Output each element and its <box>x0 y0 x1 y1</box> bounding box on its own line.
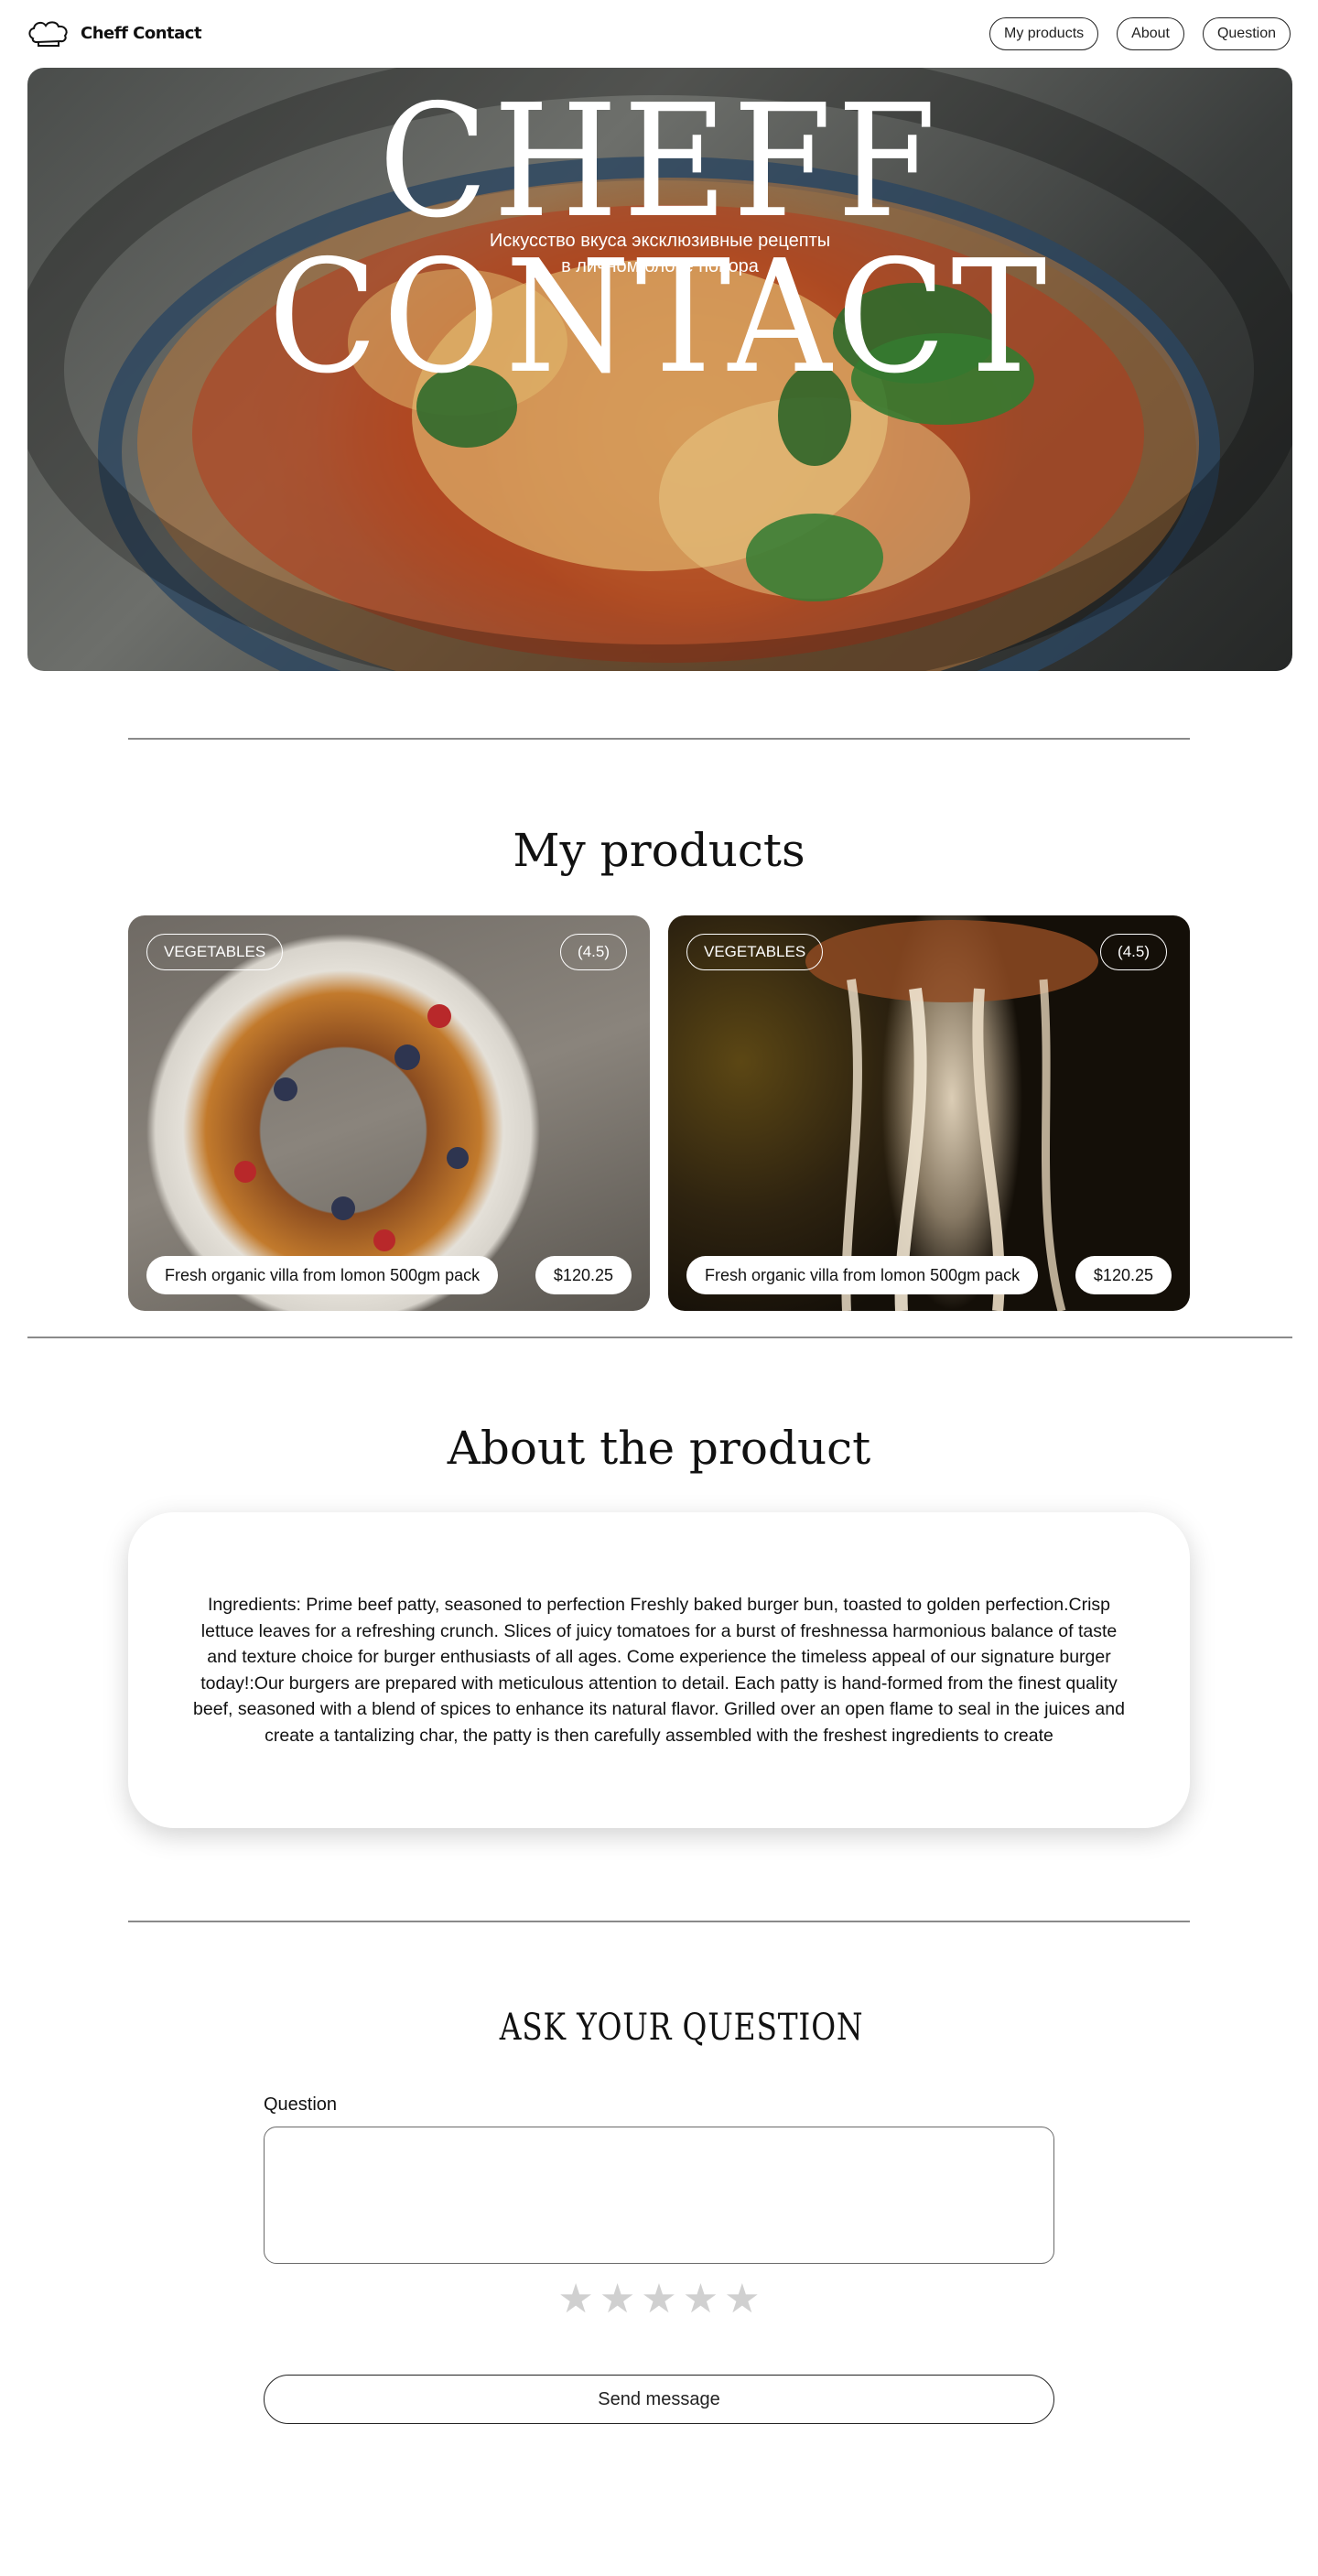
divider-about <box>128 1921 1190 1922</box>
hero-banner: CHEFF CONTACT Искусство вкуса эксклюзивн… <box>27 68 1292 671</box>
product-price: $120.25 <box>535 1256 632 1294</box>
product-price: $120.25 <box>1075 1256 1172 1294</box>
nav-my-products[interactable]: My products <box>989 17 1099 50</box>
main-nav: My products About Question <box>989 17 1291 50</box>
rating-badge: (4.5) <box>1100 934 1167 970</box>
divider-top <box>128 738 1190 740</box>
star-icon[interactable]: ★ <box>641 2279 676 2320</box>
star-rating: ★ ★ ★ ★ ★ <box>0 2279 1318 2320</box>
nav-question[interactable]: Question <box>1202 17 1291 50</box>
cheese-pull-image <box>805 920 1098 1311</box>
star-icon[interactable]: ★ <box>683 2279 718 2320</box>
hero-subtitle: Искусство вкуса эксклюзивные рецепты в л… <box>27 228 1292 279</box>
star-icon[interactable]: ★ <box>724 2279 760 2320</box>
about-title: About the product <box>447 1422 871 1475</box>
question-label: Question <box>264 2094 338 2115</box>
hero-subtitle-line2: в личном блоке повора <box>561 256 759 276</box>
category-tag[interactable]: VEGETABLES <box>686 934 824 970</box>
site-header: Cheff Contact My products About Question <box>0 0 1318 68</box>
about-text: Ingredients: Prime beef patty, seasoned … <box>193 1595 1125 1746</box>
send-message-button[interactable]: Send message <box>264 2375 1054 2424</box>
nav-about[interactable]: About <box>1117 17 1184 50</box>
about-card: Ingredients: Prime beef patty, seasoned … <box>128 1512 1190 1828</box>
hero-subtitle-line1: Искусство вкуса эксклюзивные рецепты <box>489 231 831 251</box>
chef-hat-icon <box>28 21 68 47</box>
category-tag[interactable]: VEGETABLES <box>146 934 284 970</box>
products-title: My products <box>513 824 805 877</box>
question-input[interactable] <box>264 2127 1054 2264</box>
product-name: Fresh organic villa from lomon 500gm pac… <box>686 1256 1039 1294</box>
question-title: ASK YOUR QUESTION <box>499 2007 864 2049</box>
star-icon[interactable]: ★ <box>557 2279 593 2320</box>
logo-text: Cheff Contact <box>81 23 202 43</box>
star-icon[interactable]: ★ <box>600 2279 635 2320</box>
product-card[interactable]: VEGETABLES (4.5) Fresh organic villa fro… <box>128 915 650 1311</box>
logo[interactable]: Cheff Contact <box>27 18 202 48</box>
french-toast-image <box>234 1004 469 1251</box>
product-card[interactable]: VEGETABLES (4.5) Fresh organic villa fro… <box>668 915 1190 1311</box>
rating-badge: (4.5) <box>560 934 627 970</box>
product-name: Fresh organic villa from lomon 500gm pac… <box>146 1256 499 1294</box>
divider-products <box>27 1337 1292 1338</box>
